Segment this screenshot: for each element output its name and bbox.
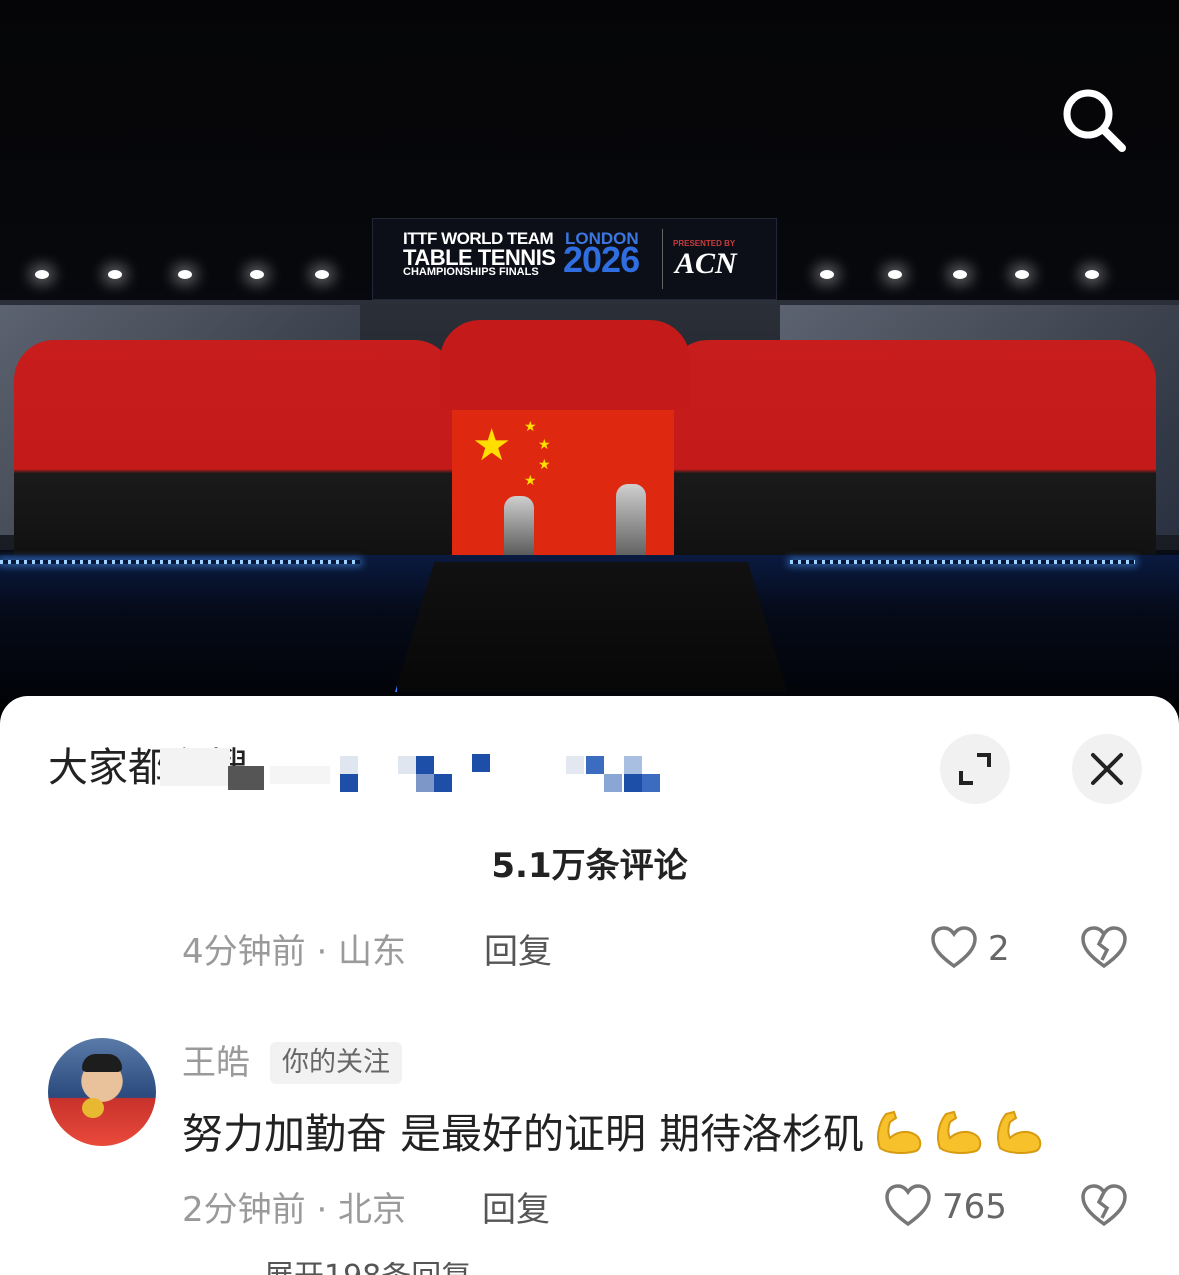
team-group-left (14, 340, 454, 555)
flexed-biceps-icon (872, 1108, 924, 1154)
search-button[interactable] (1058, 84, 1130, 156)
expand-replies-link[interactable]: 展开198条回复 (264, 1262, 471, 1275)
team-group-right (668, 340, 1156, 555)
stage-runway (395, 562, 787, 692)
trophy-left (504, 496, 534, 558)
comment-body: 努力加勤奋 是最好的证明 期待洛杉矶 (182, 1110, 865, 1158)
comment-time-location: 4分钟前 · 山东 (182, 932, 407, 972)
banner-sponsor: ACN (675, 247, 737, 280)
broken-heart-icon (1081, 926, 1127, 969)
banner-year: 2026 (563, 239, 640, 280)
comment-sheet: 大家都在搜 5.1万条评论 4分钟前 · 山东 回复 2 王皓 你的关注 努力加… (0, 696, 1179, 1275)
following-tag: 你的关注 (270, 1042, 402, 1084)
reply-button[interactable]: 回复 (482, 1182, 550, 1231)
trophy-right (616, 484, 646, 564)
flag-small-star: ★ (538, 437, 551, 453)
like-count: 765 (942, 1187, 1007, 1227)
heart-icon (885, 1184, 931, 1227)
search-icon (1063, 89, 1126, 152)
flag-small-star: ★ (538, 457, 551, 473)
flag-big-star: ★ (472, 420, 512, 471)
led-strip-left (0, 560, 360, 564)
team-group-back (440, 320, 690, 410)
comment-text: 努力加勤奋 是最好的证明 期待洛杉矶 (182, 1104, 1044, 1164)
flag-small-star: ★ (524, 419, 537, 435)
comment-username[interactable]: 王皓 (182, 1038, 250, 1088)
like-button[interactable]: 765 (884, 1182, 1020, 1232)
flexed-biceps-icon (932, 1108, 984, 1154)
led-strip-right (790, 560, 1135, 564)
expand-button[interactable] (940, 734, 1010, 804)
expand-icon (959, 753, 991, 785)
heart-icon (931, 926, 977, 969)
avatar-hair (82, 1054, 122, 1072)
like-button[interactable]: 2 (930, 924, 1020, 974)
avatar[interactable] (48, 1038, 156, 1146)
comment-time-location: 2分钟前 · 北京 (182, 1190, 407, 1230)
broken-heart-icon (1081, 1184, 1127, 1227)
banner-line-3: CHAMPIONSHIPS FINALS (403, 266, 539, 278)
like-count: 2 (988, 929, 1010, 969)
close-icon (1091, 753, 1123, 785)
banner-divider (662, 229, 663, 289)
event-banner: ITTF WORLD TEAM TABLE TENNIS CHAMPIONSHI… (372, 218, 777, 300)
dislike-button[interactable] (1080, 926, 1130, 976)
flag-small-star: ★ (524, 473, 537, 489)
post-photo[interactable]: ITTF WORLD TEAM TABLE TENNIS CHAMPIONSHI… (0, 0, 1179, 700)
reply-button[interactable]: 回复 (484, 924, 552, 973)
close-button[interactable] (1072, 734, 1142, 804)
comment-count: 5.1万条评论 (491, 846, 688, 886)
dislike-button[interactable] (1080, 1184, 1130, 1234)
avatar-medal (82, 1098, 104, 1118)
flexed-biceps-icon (992, 1108, 1044, 1154)
